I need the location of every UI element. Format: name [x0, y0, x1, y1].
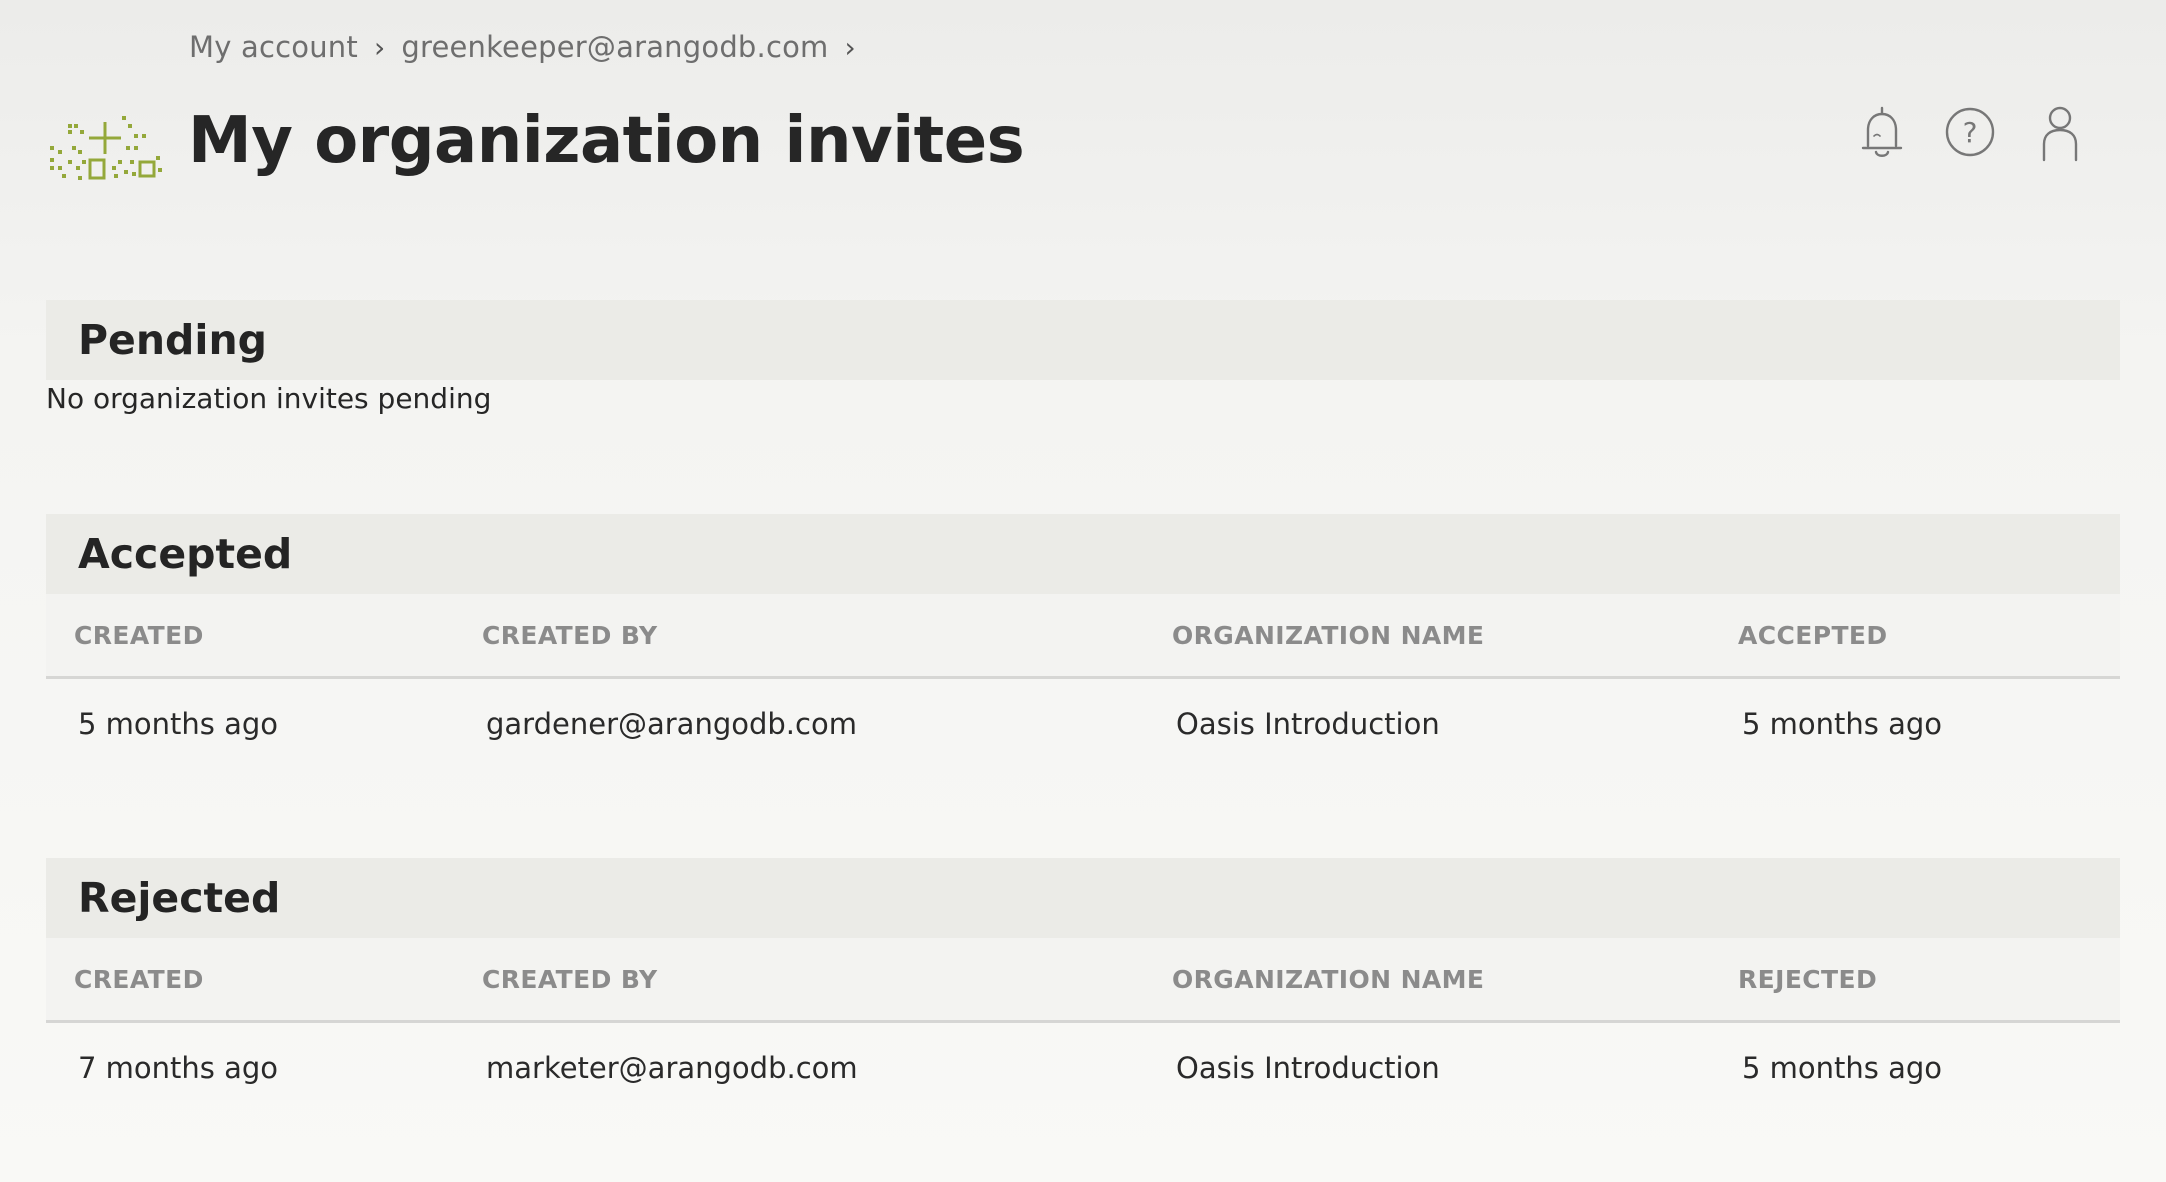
column-header-created-by: CREATED BY [482, 594, 1172, 679]
table-row[interactable]: 7 months ago marketer@arangodb.com Oasis… [46, 1022, 2120, 1114]
column-header-created-by: CREATED BY [482, 938, 1172, 1023]
header-actions: ? [1848, 102, 2088, 166]
cell-created: 5 months ago [78, 707, 279, 741]
cell-created-by: marketer@arangodb.com [486, 1051, 858, 1085]
table-header-row: CREATED CREATED BY ORGANIZATION NAME ACC… [46, 594, 2120, 679]
accepted-header: Accepted [46, 514, 2120, 594]
cell-organization-name: Oasis Introduction [1176, 1051, 1440, 1085]
svg-text:?: ? [1963, 116, 1978, 149]
column-header-organization-name: ORGANIZATION NAME [1172, 938, 1738, 1023]
cell-accepted: 5 months ago [1742, 707, 1943, 741]
page-title: My organization invites [188, 104, 1025, 178]
cell-organization-name: Oasis Introduction [1176, 707, 1440, 741]
rejected-table: CREATED CREATED BY ORGANIZATION NAME REJ… [46, 938, 2120, 1113]
accepted-table: CREATED CREATED BY ORGANIZATION NAME ACC… [46, 594, 2120, 769]
pending-title: Pending [78, 316, 267, 364]
pending-section: Pending No organization invites pending [46, 300, 2120, 415]
pending-empty-message: No organization invites pending [46, 382, 492, 415]
oasis-logo-icon [50, 116, 162, 180]
breadcrumb-account-email[interactable]: greenkeeper@arangodb.com [401, 30, 828, 64]
accepted-title: Accepted [78, 530, 293, 578]
pending-header: Pending [46, 300, 2120, 380]
breadcrumb: My account › greenkeeper@arangodb.com › [189, 30, 872, 64]
user-icon[interactable] [2032, 102, 2088, 162]
column-header-created: CREATED [46, 938, 482, 1023]
column-header-rejected: REJECTED [1738, 938, 2120, 1023]
rejected-header: Rejected [46, 858, 2120, 938]
breadcrumb-my-account[interactable]: My account [189, 30, 358, 64]
cell-created-by: gardener@arangodb.com [486, 707, 857, 741]
column-header-organization-name: ORGANIZATION NAME [1172, 594, 1738, 679]
cell-created: 7 months ago [78, 1051, 279, 1085]
cell-rejected: 5 months ago [1742, 1051, 1943, 1085]
breadcrumb-separator: › [373, 30, 386, 64]
help-icon[interactable]: ? [1942, 102, 1998, 162]
breadcrumb-separator: › [844, 30, 856, 64]
column-header-created: CREATED [46, 594, 482, 679]
accepted-section: Accepted CREATED CREATED BY ORGANIZATION… [46, 514, 2120, 769]
rejected-section: Rejected CREATED CREATED BY ORGANIZATION… [46, 858, 2120, 1113]
rejected-title: Rejected [78, 874, 281, 922]
column-header-accepted: ACCEPTED [1738, 594, 2120, 679]
table-header-row: CREATED CREATED BY ORGANIZATION NAME REJ… [46, 938, 2120, 1023]
bell-icon[interactable] [1854, 102, 1910, 162]
table-row[interactable]: 5 months ago gardener@arangodb.com Oasis… [46, 678, 2120, 770]
